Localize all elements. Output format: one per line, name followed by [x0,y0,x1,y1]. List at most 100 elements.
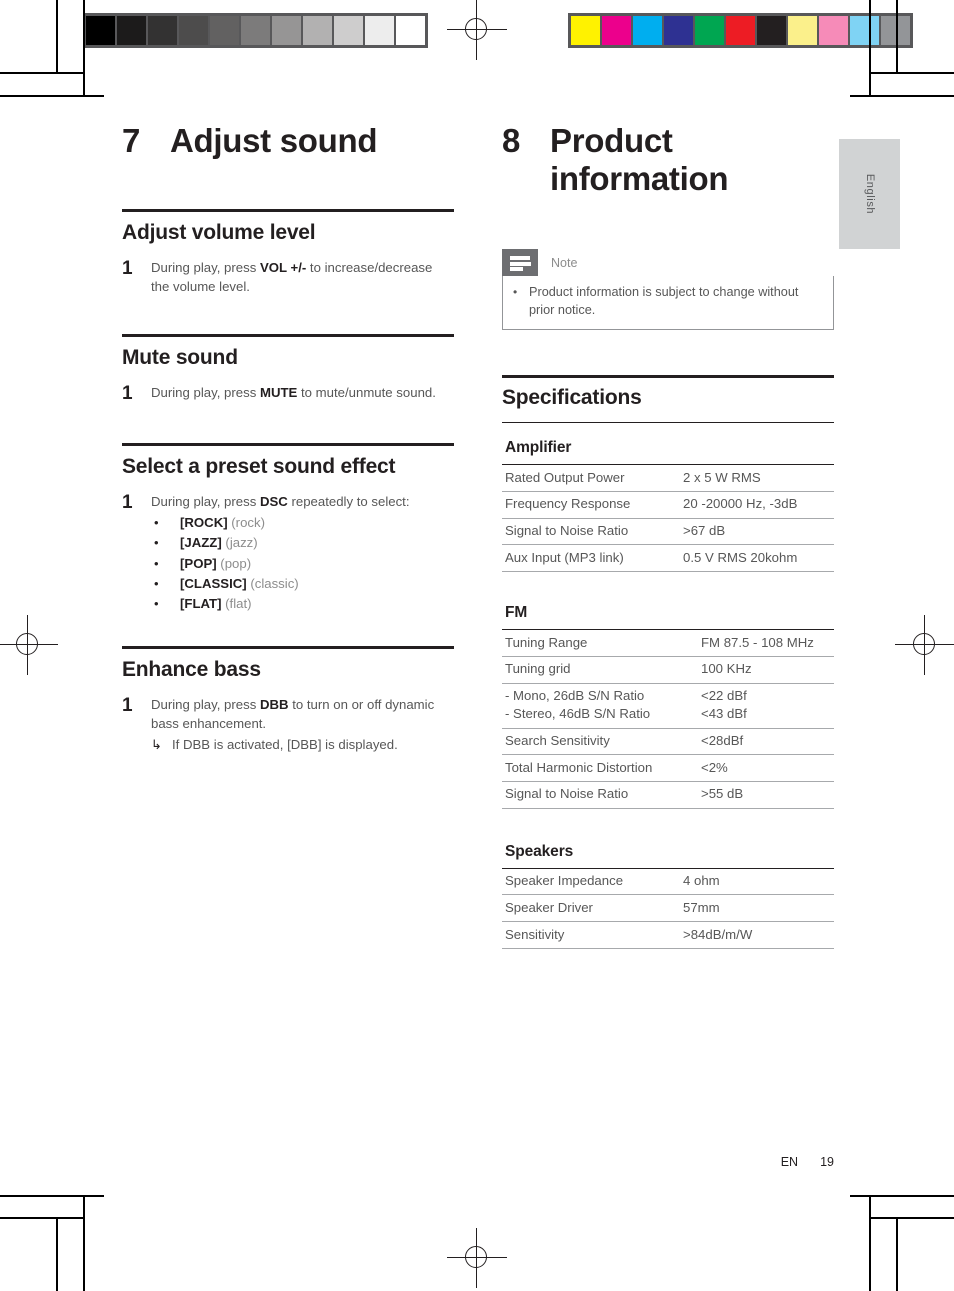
note-list: • Product information is subject to chan… [513,284,823,319]
bullet-rest: (jazz) [221,535,258,551]
bullet-text: [FLAT] (flat) [180,594,252,614]
note-item-text: Product information is subject to change… [529,285,799,317]
spec-label: Speaker Driver [502,894,677,923]
table-row: Speaker Impedance 4 ohm [502,868,834,896]
spec-label: Rated Output Power [502,465,677,492]
spec-group-speakers: Speakers Speaker Impedance 4 ohm Speaker… [502,838,834,949]
bullet-marker: • [154,514,159,530]
reg-circle [16,633,38,655]
crop-mark-bottom-right-h1 [850,1195,954,1197]
color-patch-2 [633,16,662,45]
spec-value: 100 KHz [695,656,834,684]
step-text: During play, press MUTE to mute/unmute s… [151,383,454,402]
note-icon-bar-3 [510,267,523,272]
bullet-rest: (rock) [227,514,265,530]
bullet-marker: • [154,576,159,592]
grayscale-patch-2 [148,16,177,45]
footer-page-number: 19 [820,1155,834,1169]
step-number: 1 [122,383,133,405]
step-text-bold: DBB [259,696,289,712]
spec-value: >67 dB [677,518,834,546]
grayscale-patch-4 [210,16,239,45]
spec-value: <28dBf [695,728,834,756]
grayscale-patch-9 [365,16,394,45]
grayscale-patch-6 [272,16,301,45]
color-patch-9 [850,16,879,45]
step-text: During play, press DSC repeatedly to sel… [151,492,454,615]
bullet-bold: [ROCK] [180,514,228,530]
grayscale-patch-0 [86,16,115,45]
spec-label: Tuning grid [502,656,695,684]
crop-mark-bottom-right-v2 [869,1195,871,1291]
step-item: 1 During play, press DSC repeatedly to s… [122,492,454,615]
bullet-bold: [FLAT] [180,596,222,612]
spec-value: >55 dB [695,781,834,809]
language-tab: English [839,139,900,249]
crop-mark-top-left-v2 [83,0,85,96]
table-row: - Mono, 26dB S/N Ratio <22 dBf [502,683,834,705]
spec-value: FM 87.5 - 108 MHz [695,630,834,657]
bullet-bold: [JAZZ] [180,535,222,551]
crop-mark-bottom-left-h1 [0,1195,104,1197]
step-number: 1 [122,694,133,716]
crop-mark-top-left-h2 [0,72,85,74]
spec-label: Speaker Impedance [502,868,677,896]
spec-label: Aux Input (MP3 link) [502,544,677,573]
spec-group-fm: FM Tuning Range FM 87.5 - 108 MHz Tuning… [502,599,834,809]
step-item: 1 During play, press MUTE to mute/unmute… [122,383,454,405]
registration-mark-top [447,0,507,60]
subnote-text: If DBB is activated, [DBB] is displayed. [172,736,398,752]
step-text-before: During play, press [151,259,260,275]
crop-mark-top-right-h1 [850,95,954,97]
grayscale-patch-5 [241,16,270,45]
spec-value: <22 dBf [701,688,747,704]
step-text-after: to mute/unmute sound. [297,385,436,401]
crop-mark-bottom-right-v1 [896,1217,898,1291]
specifications-title: Specifications [502,386,834,424]
crop-mark-top-right-h2 [869,72,954,74]
spec-label: Tuning Range [502,630,695,657]
list-item: • [CLASSIC] (classic) [151,574,454,594]
chapter-number: 7 [122,122,141,159]
list-item: • [ROCK] (rock) [151,513,454,533]
footer-locale: EN [780,1155,799,1169]
chapter-heading-8: 8 Product information [502,122,834,197]
bullet-rest: (classic) [246,576,299,592]
spec-label: - Stereo, 46dB S/N Ratio [502,705,695,729]
preset-sound-effect-list: • [ROCK] (rock) • [JAZZ] (jazz) • [POP] … [151,513,454,615]
step-item: 1 During play, press VOL +/- to increase… [122,258,454,297]
step-subnote: ↳ If DBB is activated, [DBB] is displaye… [151,735,454,754]
section-mute-sound: Mute sound 1 During play, press MUTE to … [122,334,454,405]
crop-mark-bottom-left-v1 [56,1217,58,1291]
note-header: Note [502,249,834,277]
chapter-title: Adjust sound [170,122,378,159]
reg-circle [465,18,487,40]
right-column: 8 Product information Note • Product inf… [502,122,834,949]
bullet-bold: [POP] [180,555,217,571]
step-number: 1 [122,257,133,279]
bullet-marker: • [513,285,518,300]
left-column: 7 Adjust sound Adjust volume level 1 Dur… [122,122,454,758]
arrow-icon: ↳ [151,736,162,752]
chapter-heading-7: 7 Adjust sound [122,122,454,160]
spec-value: <43 dBf [695,705,834,729]
list-item: • [FLAT] (flat) [151,594,454,614]
step-text-bold: MUTE [259,385,298,401]
step-number: 1 [122,492,133,514]
bullet-text: [JAZZ] (jazz) [180,533,258,553]
spec-value: 0.5 V RMS 20kohm [677,544,834,573]
table-row: Tuning grid 100 KHz [502,656,834,684]
table-row: Signal to Noise Ratio >67 dB [502,518,834,546]
step-text-before: During play, press [151,494,260,510]
reg-circle [465,1246,487,1268]
list-item: • [POP] (pop) [151,554,454,574]
chapter-number: 8 [502,122,521,159]
crop-mark-top-right-v1 [896,0,898,74]
crop-mark-top-left-v1 [56,0,58,74]
table-row: Sensitivity >84dB/m/W [502,921,834,949]
section-select-preset-sound-effect: Select a preset sound effect 1 During pl… [122,443,454,615]
color-patch-1 [602,16,631,45]
step-text-bold: DSC [259,494,288,510]
spec-label: Sensitivity [502,921,677,949]
color-patch-6 [757,16,786,45]
